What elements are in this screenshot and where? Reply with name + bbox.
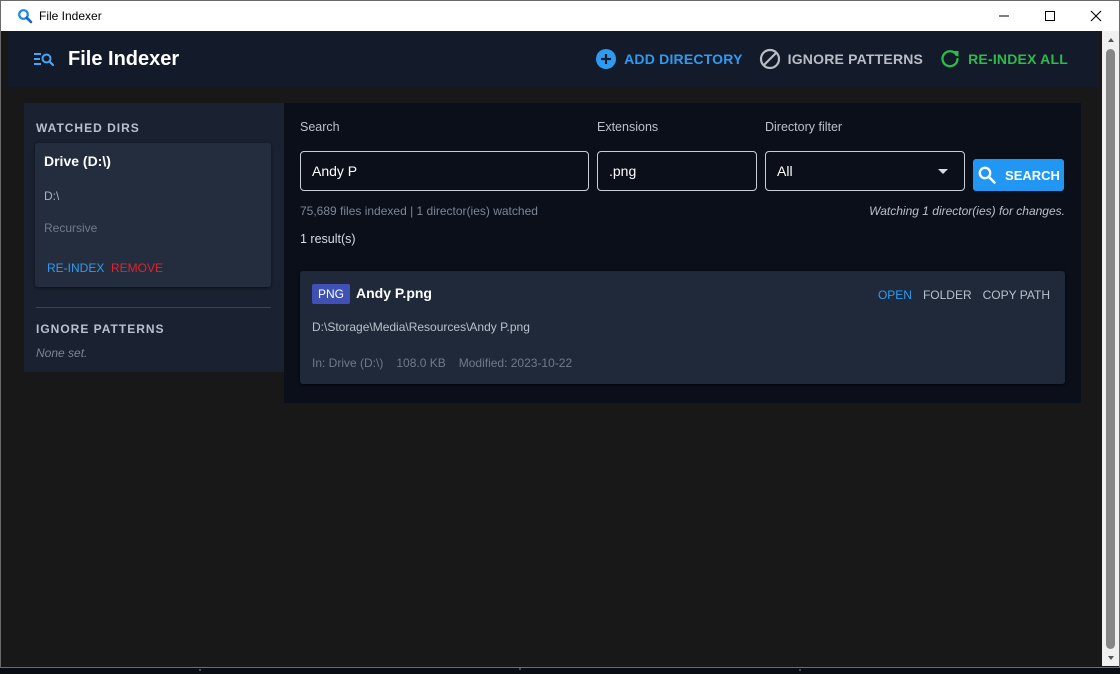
directory-name: Drive (D:\) xyxy=(44,153,111,169)
search-label: Search xyxy=(300,120,340,134)
scroll-up-arrow[interactable] xyxy=(1102,31,1119,48)
add-directory-label: ADD DIRECTORY xyxy=(624,51,743,67)
close-icon xyxy=(1090,10,1102,22)
plus-circle-icon xyxy=(596,49,617,69)
directory-path: D:\ xyxy=(44,189,60,203)
ignore-patterns-heading: IGNORE PATTERNS xyxy=(36,322,165,336)
result-item: PNG Andy P.png OPEN FOLDER COPY PATH D:\… xyxy=(300,271,1065,384)
result-meta: In: Drive (D:\) 108.0 KB Modified: 2023-… xyxy=(312,356,572,370)
header-actions: ADD DIRECTORY IGNORE PATTERNS RE-INDEX A… xyxy=(595,31,1068,87)
block-icon xyxy=(759,48,780,70)
directory-card: Drive (D:\) D:\ Recursive RE-INDEX REMOV… xyxy=(35,143,271,287)
list-search-icon xyxy=(34,53,54,67)
index-stats: 75,689 files indexed | 1 director(ies) w… xyxy=(300,204,538,218)
caret-up-icon xyxy=(1107,37,1114,42)
close-button[interactable] xyxy=(1073,1,1119,31)
app-header: File Indexer ADD DIRECTORY IGNORE PATTER… xyxy=(8,31,1098,87)
watched-dirs-heading: WATCHED DIRS xyxy=(36,121,140,135)
search-button[interactable]: SEARCH xyxy=(973,159,1064,191)
add-directory-button[interactable]: ADD DIRECTORY xyxy=(595,48,743,70)
search-icon xyxy=(978,166,996,184)
directory-remove-button[interactable]: REMOVE xyxy=(111,261,163,275)
search-panel: Search Extensions Directory filter Andy … xyxy=(284,103,1081,403)
watching-status: Watching 1 director(ies) for changes. xyxy=(869,204,1065,218)
result-size: 108.0 KB xyxy=(396,356,446,370)
maximize-icon xyxy=(1045,11,1055,21)
ignore-patterns-label: IGNORE PATTERNS xyxy=(787,51,924,67)
extensions-input[interactable]: .png xyxy=(597,151,757,191)
scroll-down-arrow[interactable] xyxy=(1102,649,1119,666)
directory-filter-label: Directory filter xyxy=(765,120,843,134)
directory-reindex-button[interactable]: RE-INDEX xyxy=(47,261,104,275)
search-button-label: SEARCH xyxy=(1005,167,1060,183)
open-file-button[interactable]: OPEN xyxy=(878,288,912,302)
window-controls xyxy=(981,1,1119,31)
result-location: In: Drive (D:\) xyxy=(312,356,384,370)
refresh-icon xyxy=(941,50,959,68)
magnifier-app-icon xyxy=(18,9,33,24)
directory-filter-select[interactable]: All xyxy=(765,151,965,191)
reindex-all-label: RE-INDEX ALL xyxy=(968,51,1068,67)
minimize-icon xyxy=(999,15,1009,17)
ignore-patterns-empty: None set. xyxy=(36,346,88,360)
sidebar-divider xyxy=(36,307,271,308)
file-type-badge: PNG xyxy=(312,284,351,304)
result-file-path: D:\Storage\Media\Resources\Andy P.png xyxy=(312,320,530,334)
result-file-name: Andy P.png xyxy=(356,285,432,301)
result-actions: OPEN FOLDER COPY PATH xyxy=(878,288,1050,302)
result-modified: Modified: 2023-10-22 xyxy=(458,356,573,370)
app-title: File Indexer xyxy=(68,47,180,70)
maximize-button[interactable] xyxy=(1027,1,1073,31)
copy-path-button[interactable]: COPY PATH xyxy=(983,288,1050,302)
caret-down-icon xyxy=(1107,655,1114,660)
window-titlebar[interactable]: File Indexer xyxy=(1,1,1119,31)
open-folder-button[interactable]: FOLDER xyxy=(923,288,972,302)
scroll-thumb[interactable] xyxy=(1106,49,1115,649)
extensions-label: Extensions xyxy=(597,120,659,134)
window-title: File Indexer xyxy=(39,9,102,23)
result-count: 1 result(s) xyxy=(300,232,356,246)
search-input[interactable]: Andy P xyxy=(300,151,589,191)
sidebar: WATCHED DIRS Drive (D:\) D:\ Recursive R… xyxy=(24,103,284,372)
vertical-scrollbar[interactable] xyxy=(1102,31,1119,666)
directory-filter-value: All xyxy=(777,163,793,179)
minimize-button[interactable] xyxy=(981,1,1027,31)
dropdown-arrow-icon xyxy=(938,169,948,174)
reindex-all-button[interactable]: RE-INDEX ALL xyxy=(939,48,1068,70)
directory-mode: Recursive xyxy=(44,221,98,235)
ignore-patterns-button[interactable]: IGNORE PATTERNS xyxy=(759,48,924,70)
